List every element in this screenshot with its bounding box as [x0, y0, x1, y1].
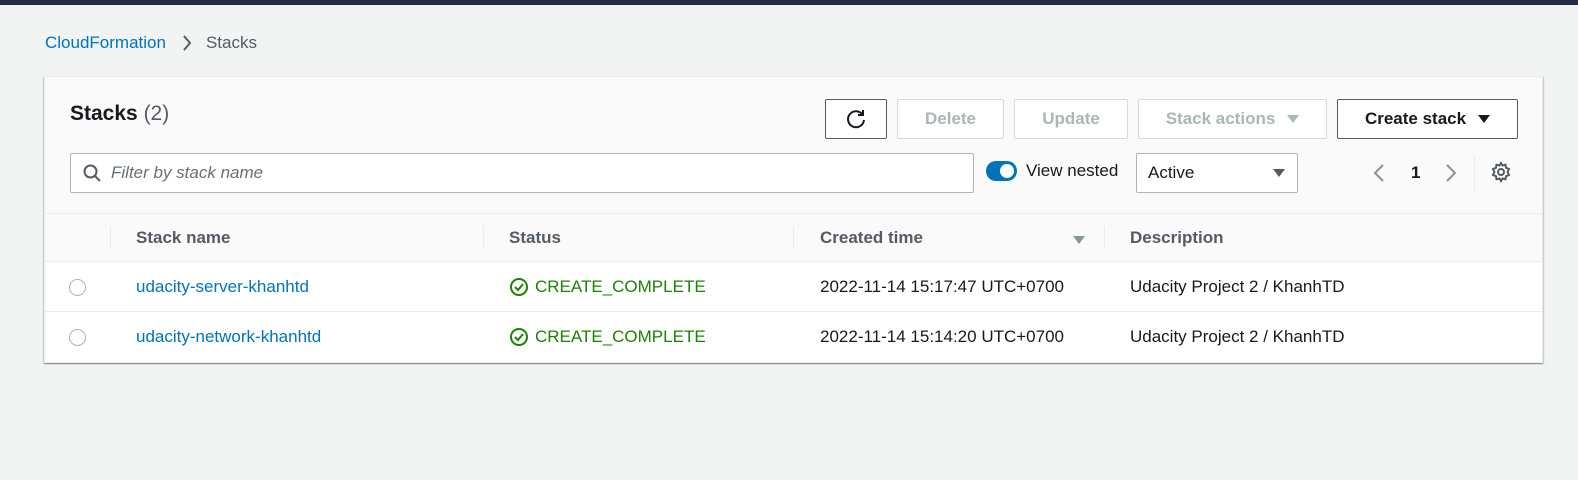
chevron-left-icon [1373, 164, 1384, 182]
stack-name-link[interactable]: udacity-network-khanhtd [136, 327, 321, 347]
sort-descending-icon[interactable] [1073, 232, 1085, 250]
table-row: udacity-server-khanhtd CREATE_COMPLETE 2… [45, 262, 1542, 312]
view-nested-label: View nested [1026, 161, 1119, 180]
table-row: udacity-network-khanhtd CREATE_COMPLETE … [45, 312, 1542, 362]
filter-search-box [70, 153, 974, 193]
filter-stack-name-input[interactable] [111, 163, 951, 183]
created-time-cell: 2022-11-14 15:17:47 UTC+0700 [820, 277, 1065, 296]
description-cell: Udacity Project 2 / KhanhTD [1130, 277, 1345, 296]
breadcrumb-cloudformation-link[interactable]: CloudFormation [45, 33, 166, 53]
chevron-right-icon [1446, 164, 1457, 182]
create-stack-label: Create stack [1364, 109, 1467, 128]
column-header-created-time[interactable]: Created time [820, 228, 923, 248]
delete-button[interactable]: Delete [897, 99, 1004, 139]
column-divider [110, 226, 111, 249]
status-filter-value: Active [1148, 163, 1195, 182]
toggle-knob [1000, 164, 1014, 178]
refresh-icon [847, 110, 865, 129]
stack-actions-label: Stack actions [1165, 109, 1276, 128]
caret-down-icon [1273, 168, 1285, 177]
check-circle-icon [510, 278, 528, 296]
stack-actions-button[interactable]: Stack actions [1138, 99, 1327, 139]
view-nested-toggle[interactable] [986, 161, 1017, 181]
top-navigation-bar [0, 0, 1578, 5]
column-header-status[interactable]: Status [509, 228, 561, 248]
column-divider [483, 226, 484, 249]
check-circle-icon [510, 328, 528, 346]
status-text: CREATE_COMPLETE [535, 327, 706, 346]
status-filter-select[interactable]: Active [1136, 153, 1298, 193]
status-text: CREATE_COMPLETE [535, 277, 706, 296]
preferences-button[interactable] [1490, 161, 1512, 188]
refresh-button[interactable] [825, 99, 887, 139]
caret-down-icon [1478, 109, 1491, 129]
description-cell: Udacity Project 2 / KhanhTD [1130, 327, 1345, 346]
previous-page-button[interactable] [1373, 163, 1385, 188]
pager-divider [1474, 155, 1475, 191]
row-select-radio[interactable] [69, 279, 86, 296]
panel-header: Stacks (2) Delete Update Stack actions C… [45, 77, 1542, 214]
next-page-button[interactable] [1445, 163, 1457, 188]
caret-down-icon [1287, 109, 1300, 129]
page-number[interactable]: 1 [1411, 163, 1420, 183]
stack-count: (2) [143, 102, 170, 125]
page-title: Stacks (2) [70, 102, 169, 126]
created-time-cell: 2022-11-14 15:14:20 UTC+0700 [820, 327, 1065, 346]
column-header-description[interactable]: Description [1130, 228, 1224, 248]
row-select-radio[interactable] [69, 329, 86, 346]
status-cell: CREATE_COMPLETE [509, 277, 706, 297]
search-icon [83, 164, 101, 182]
status-cell: CREATE_COMPLETE [509, 327, 706, 347]
gear-icon [1491, 161, 1511, 183]
title-text: Stacks [70, 102, 138, 125]
create-stack-button[interactable]: Create stack [1337, 99, 1518, 139]
column-divider [1104, 226, 1105, 249]
table-header: Stack name Status Created time Descripti… [45, 214, 1542, 262]
column-header-stack-name[interactable]: Stack name [136, 228, 231, 248]
breadcrumb: CloudFormation Stacks [45, 32, 257, 54]
stacks-panel: Stacks (2) Delete Update Stack actions C… [44, 76, 1543, 363]
column-divider [793, 226, 794, 249]
stack-name-link[interactable]: udacity-server-khanhtd [136, 277, 309, 297]
update-button[interactable]: Update [1014, 99, 1128, 139]
breadcrumb-current: Stacks [205, 33, 257, 52]
chevron-right-icon [182, 35, 192, 51]
